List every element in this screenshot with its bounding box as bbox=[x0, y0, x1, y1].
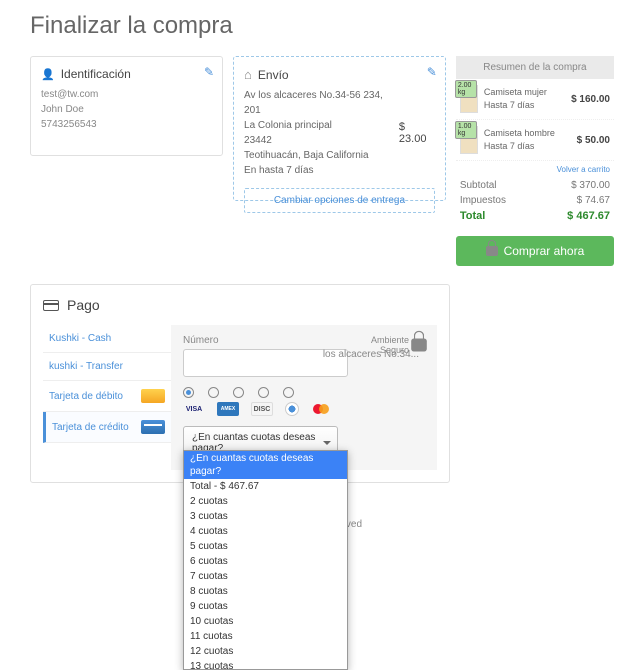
taxes-value: $ 74.67 bbox=[577, 195, 610, 206]
shipping-title: Envío bbox=[258, 68, 289, 82]
id-email: test@tw.com bbox=[41, 87, 212, 102]
order-summary: Resumen de la compra Camiseta mujer Hast… bbox=[456, 56, 614, 266]
taxes-label: Impuestos bbox=[460, 195, 506, 206]
subtotal-label: Subtotal bbox=[460, 180, 497, 191]
card-brand-radio[interactable] bbox=[258, 387, 269, 398]
card-brand-radio[interactable] bbox=[283, 387, 294, 398]
item-name: Camiseta hombre bbox=[484, 127, 571, 140]
card-icon bbox=[43, 300, 59, 311]
pay-method-credit[interactable]: Tarjeta de crédito bbox=[43, 412, 171, 443]
visa-icon: VISA bbox=[183, 402, 205, 416]
debit-card-icon bbox=[141, 389, 165, 403]
installments-option[interactable]: Total - $ 467.67 bbox=[184, 479, 347, 494]
installments-dropdown: ¿En cuantas cuotas deseas pagar?Total - … bbox=[183, 450, 348, 670]
installments-option[interactable]: 9 cuotas bbox=[184, 599, 347, 614]
id-name: John Doe bbox=[41, 102, 212, 117]
ship-addr2: La Colonia principal bbox=[244, 118, 399, 133]
ship-eta: En hasta 7 días bbox=[244, 163, 399, 178]
id-number: 5743256543 bbox=[41, 117, 212, 132]
item-price: $ 50.00 bbox=[577, 135, 610, 146]
lock-icon bbox=[486, 246, 498, 256]
installments-option[interactable]: 10 cuotas bbox=[184, 614, 347, 629]
ship-addr1: Av los alcaceres No.34-56 234, 201 bbox=[244, 88, 399, 118]
installments-option[interactable]: 11 cuotas bbox=[184, 629, 347, 644]
installments-option[interactable]: 6 cuotas bbox=[184, 554, 347, 569]
installments-option[interactable]: ¿En cuantas cuotas deseas pagar? bbox=[184, 451, 347, 479]
back-to-cart-link[interactable]: Volver a carrito bbox=[456, 161, 614, 176]
card-brand-radio[interactable] bbox=[233, 387, 244, 398]
installments-option[interactable]: 8 cuotas bbox=[184, 584, 347, 599]
item-eta: Hasta 7 días bbox=[484, 99, 565, 112]
installments-option[interactable]: 4 cuotas bbox=[184, 524, 347, 539]
home-icon bbox=[244, 67, 252, 82]
payment-form: Ambiente Seguro Número VISA AMEX bbox=[171, 325, 437, 470]
installments-option[interactable]: 5 cuotas bbox=[184, 539, 347, 554]
summary-title: Resumen de la compra bbox=[456, 56, 614, 79]
card-brand-radio[interactable] bbox=[208, 387, 219, 398]
installments-option[interactable]: 12 cuotas bbox=[184, 644, 347, 659]
payment-title: Pago bbox=[67, 297, 100, 313]
credit-card-icon bbox=[141, 420, 165, 434]
buy-now-button[interactable]: Comprar ahora bbox=[456, 236, 614, 266]
edit-shipping-icon[interactable]: ✎ bbox=[427, 65, 437, 79]
ship-zip: 23442 bbox=[244, 133, 399, 148]
installments-option[interactable]: 7 cuotas bbox=[184, 569, 347, 584]
identification-title: Identificación bbox=[61, 67, 131, 81]
total-label: Total bbox=[460, 210, 485, 222]
address-preview: los alcaceres No.34... bbox=[323, 349, 419, 360]
identification-card: ✎ Identificación test@tw.com John Doe 57… bbox=[30, 56, 223, 156]
pay-method-cash[interactable]: Kushki - Cash bbox=[43, 325, 171, 353]
pay-method-transfer[interactable]: kushki - Transfer bbox=[43, 353, 171, 381]
item-name: Camiseta mujer bbox=[484, 86, 565, 99]
change-shipping-button[interactable]: Cambiar opciones de entrega bbox=[244, 188, 435, 213]
product-thumb bbox=[460, 85, 478, 113]
mastercard-icon bbox=[311, 402, 333, 416]
ship-price: $ 23.00 bbox=[399, 121, 435, 145]
shipping-card: ✎ Envío Av los alcaceres No.34-56 234, 2… bbox=[233, 56, 446, 201]
installments-option[interactable]: 3 cuotas bbox=[184, 509, 347, 524]
buy-now-label: Comprar ahora bbox=[504, 244, 585, 258]
total-value: $ 467.67 bbox=[567, 210, 610, 222]
amex-icon: AMEX bbox=[217, 402, 239, 416]
product-thumb bbox=[460, 126, 478, 154]
discover-icon: DISC bbox=[251, 402, 273, 416]
subtotal-value: $ 370.00 bbox=[571, 180, 610, 191]
edit-identification-icon[interactable]: ✎ bbox=[204, 65, 214, 79]
ship-city: Teotihuacán, Baja California bbox=[244, 148, 399, 163]
pay-method-debit[interactable]: Tarjeta de débito bbox=[43, 381, 171, 412]
page-title: Finalizar la compra bbox=[30, 12, 614, 40]
card-brand-radio[interactable] bbox=[183, 387, 194, 398]
installments-option[interactable]: 13 cuotas bbox=[184, 659, 347, 670]
summary-item: Camiseta mujer Hasta 7 días $ 160.00 bbox=[456, 79, 614, 120]
item-eta: Hasta 7 días bbox=[484, 140, 571, 153]
payment-card: Pago Kushki - Cash kushki - Transfer Tar… bbox=[30, 284, 450, 483]
diners-icon bbox=[285, 402, 299, 416]
item-price: $ 160.00 bbox=[571, 94, 610, 105]
payment-methods-list: Kushki - Cash kushki - Transfer Tarjeta … bbox=[43, 325, 171, 470]
installments-option[interactable]: 2 cuotas bbox=[184, 494, 347, 509]
summary-item: Camiseta hombre Hasta 7 días $ 50.00 bbox=[456, 120, 614, 161]
user-icon bbox=[41, 67, 55, 81]
